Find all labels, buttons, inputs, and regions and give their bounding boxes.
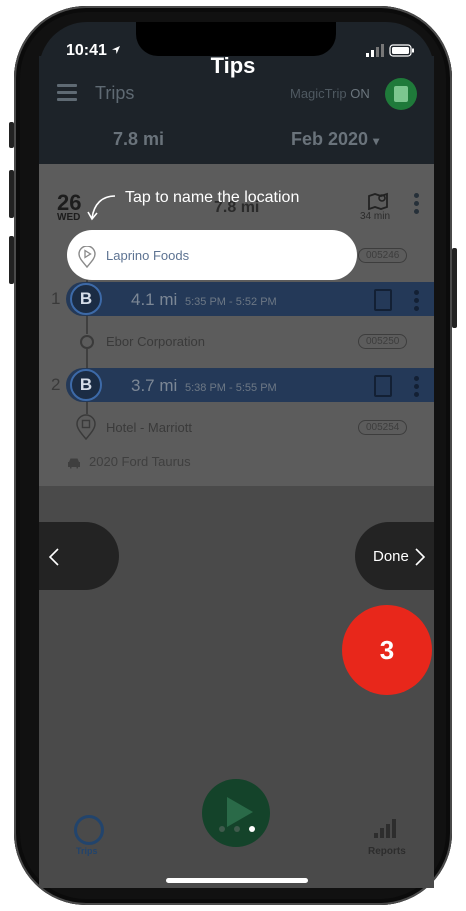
document-icon[interactable] — [374, 289, 392, 311]
stop-id-badge: 005254 — [358, 420, 408, 435]
period-selector[interactable]: Feb 2020 ▾ — [291, 129, 379, 150]
magictrip-status[interactable]: MagicTrip ON — [290, 86, 370, 101]
step-number-badge: 3 — [342, 605, 432, 695]
chevron-right-icon — [415, 548, 426, 566]
trip-more-icon[interactable] — [414, 290, 419, 314]
trip-time: 5:35 PM - 5:52 PM — [185, 296, 277, 308]
vehicle-name: 2020 Ford Taurus — [89, 454, 191, 469]
trip-distance: 4.1 mi — [131, 290, 178, 309]
volume-down-button — [9, 236, 14, 284]
period-label: Feb 2020 — [291, 129, 369, 149]
business-badge[interactable]: B — [70, 369, 102, 401]
date-weekday: WED — [57, 212, 81, 223]
page-dot — [234, 826, 240, 832]
volume-up-button — [9, 170, 14, 218]
magictrip-state: ON — [350, 86, 370, 101]
chevron-down-icon: ▾ — [373, 134, 380, 148]
stop-id-badge: 005250 — [358, 334, 408, 349]
home-indicator[interactable] — [166, 878, 308, 883]
location-pin-icon — [78, 245, 96, 273]
stop-name[interactable]: Laprino Foods — [106, 248, 189, 263]
trip-time: 5:38 PM - 5:55 PM — [185, 382, 277, 394]
previous-tip-button[interactable] — [39, 522, 119, 590]
route-line — [86, 400, 88, 414]
overlay-title: Tips — [210, 53, 256, 78]
stop-marker-icon — [80, 335, 94, 349]
car-icon — [67, 456, 81, 474]
page-dot-active — [249, 826, 255, 832]
trip-more-icon[interactable] — [414, 376, 419, 400]
business-badge[interactable]: B — [70, 283, 102, 315]
trip-number: 2 — [51, 375, 61, 394]
day-duration: 34 min — [360, 211, 391, 222]
tab-reports[interactable]: Reports — [368, 846, 406, 857]
stop-name[interactable]: Hotel - Marriott — [106, 420, 192, 435]
play-icon — [227, 797, 253, 827]
route-line — [86, 349, 88, 369]
document-icon[interactable] — [374, 375, 392, 397]
bar-chart-icon[interactable] — [372, 818, 400, 845]
destination-pin-icon — [76, 414, 96, 445]
magictrip-label: MagicTrip — [290, 86, 347, 101]
menu-icon[interactable] — [57, 84, 77, 101]
tip-hint-text: Tap to name the location — [125, 189, 300, 206]
day-more-icon[interactable] — [414, 193, 419, 217]
stop-name[interactable]: Ebor Corporation — [106, 334, 205, 349]
trip-distance: 3.7 mi — [131, 376, 178, 395]
tab-trips[interactable]: Trips — [76, 846, 98, 856]
page-title: Trips — [95, 83, 135, 103]
route-line — [86, 316, 88, 334]
total-distance: 7.8 mi — [113, 129, 165, 149]
page-dot — [219, 826, 225, 832]
chevron-left-icon — [48, 548, 59, 566]
trip-number: 1 — [51, 289, 61, 308]
mute-switch — [9, 122, 14, 148]
notch — [136, 22, 336, 56]
done-label: Done — [373, 548, 409, 565]
power-button — [452, 248, 457, 328]
curved-arrow-icon — [86, 192, 118, 229]
stop-id-badge: 005246 — [358, 248, 408, 263]
magictrip-toggle-button[interactable] — [385, 78, 417, 110]
speedometer-icon[interactable] — [74, 815, 104, 845]
